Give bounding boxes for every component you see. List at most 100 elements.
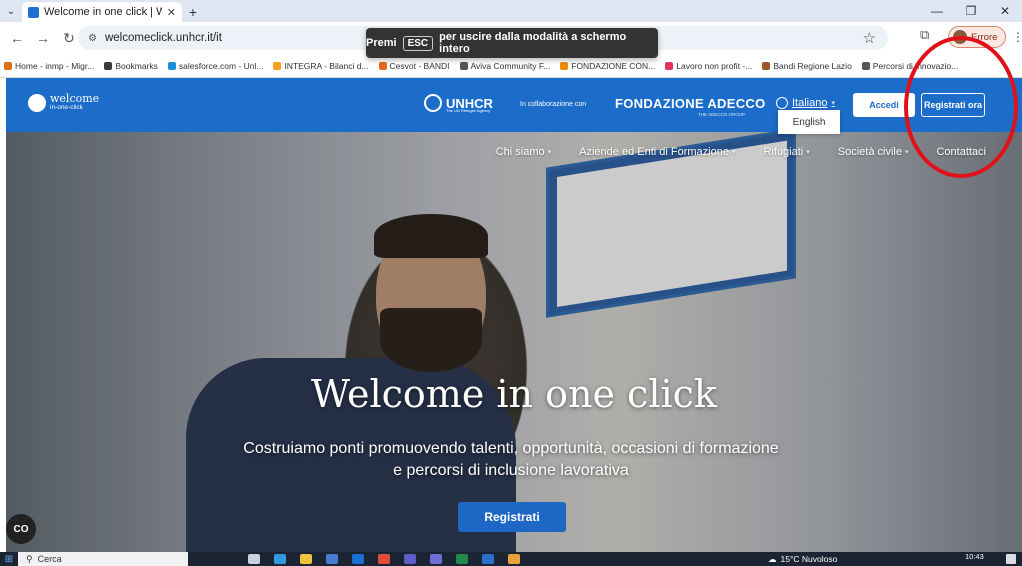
nav-item-societa-civile[interactable]: Società civile ▾ [838, 146, 909, 158]
bookmark-icon [378, 61, 387, 70]
screen: ⌄ Welcome in one click | Welcom ✕ + — ❐ … [0, 0, 1022, 566]
store-icon[interactable] [326, 554, 338, 564]
co-badge-button[interactable]: CO [6, 514, 36, 544]
teams-icon-2[interactable] [430, 554, 442, 564]
notification-icon[interactable] [1006, 554, 1016, 564]
tab-search-icon[interactable]: ⌄ [0, 0, 22, 22]
weather-widget[interactable]: ☁ 15°C Nuvoloso [768, 552, 837, 566]
extensions-icon[interactable]: ⧉ [920, 27, 929, 43]
site-header: welcome in-one-click UNHCR The UN Refuge… [6, 78, 1022, 134]
outlook-icon[interactable] [352, 554, 364, 564]
clock[interactable]: 10:43 [965, 552, 984, 561]
browser-tab-strip: ⌄ Welcome in one click | Welcom ✕ + — ❐ … [0, 0, 1022, 22]
bookmark-item[interactable]: Home - inmp - Migr... [4, 61, 94, 71]
logo-mark-icon [28, 94, 46, 112]
nav-label: Chi siamo [495, 146, 545, 158]
unhcr-logo[interactable]: UNHCR The UN Refugee Agency [424, 94, 493, 113]
bookmark-label: Bookmarks [115, 60, 158, 71]
chevron-down-icon: ▾ [547, 149, 552, 156]
close-window-icon[interactable]: ✕ [988, 0, 1022, 22]
star-icon [104, 61, 113, 70]
bookmark-label: INTEGRA - Bilanci d... [284, 60, 369, 71]
bookmark-item[interactable]: Bookmarks [104, 61, 158, 71]
site-logo[interactable]: welcome in-one-click [28, 93, 99, 112]
minimize-icon[interactable]: — [920, 0, 954, 22]
bookmark-icon [273, 61, 282, 70]
adecco-tagline: THE ADECCO GROUP [698, 112, 746, 117]
bookmark-icon [4, 61, 12, 70]
adecco-logo[interactable]: FONDAZIONE ADECCO [615, 96, 766, 111]
task-view-icon[interactable] [248, 554, 260, 564]
restore-icon[interactable]: ❐ [954, 0, 988, 22]
bookmark-item[interactable]: Bandi Regione Lazio [762, 60, 852, 71]
chevron-down-icon: ▾ [831, 100, 835, 107]
search-icon: ⚲ [26, 553, 33, 564]
nav-label: Aziende ed Enti di Formazione [579, 146, 729, 158]
site-info-icon[interactable]: ⚙ [88, 33, 97, 44]
bookmark-item[interactable]: FONDAZIONE CON... [560, 61, 655, 71]
browser-menu-icon[interactable]: ⋮ [1012, 30, 1022, 44]
nav-label: Rifugiati [763, 146, 804, 158]
bookmark-label: Home - inmp - Migr... [15, 60, 95, 71]
chevron-down-icon: ▾ [731, 149, 736, 156]
url-text: welcomeclick.unhcr.it/it [104, 32, 222, 44]
collaboration-label: In collaborazione con [520, 101, 587, 108]
bookmark-label: Lavoro non profit -... [676, 60, 753, 71]
bookmark-icon [762, 61, 771, 70]
taskbar: ⊞ ⚲ Cerca ☁ 15°C Nuvoloso 10:43 [0, 552, 1022, 566]
toast-suffix: per uscire dalla modalità a schermo inte… [439, 31, 627, 55]
chevron-down-icon: ▾ [806, 149, 810, 156]
language-option-english[interactable]: English [778, 110, 840, 134]
bookmark-label: Bandi Regione Lazio [773, 60, 852, 71]
reload-icon[interactable]: ↻ [58, 27, 80, 49]
globe-icon [776, 97, 788, 109]
bookmark-label: FONDAZIONE CON... [571, 60, 656, 71]
bookmark-item[interactable]: Cesvot - BANDI [378, 60, 450, 71]
nav-label: Società civile [837, 146, 902, 158]
heart-icon [665, 61, 674, 70]
weather-icon: ☁ [768, 553, 777, 564]
tab-title: Welcome in one click | Welcom [44, 6, 162, 18]
bookmark-item[interactable]: Lavoro non profit -... [665, 61, 752, 71]
annotation-circle [904, 36, 1018, 178]
language-selector[interactable]: Italiano ▾ [776, 97, 835, 109]
bookmark-item[interactable]: INTEGRA - Bilanci d... [273, 60, 369, 71]
back-arrow-icon[interactable]: ← [6, 27, 28, 49]
taskbar-search[interactable]: ⚲ Cerca [18, 552, 188, 566]
toast-prefix: Premi [366, 37, 397, 49]
close-tab-icon[interactable]: ✕ [167, 6, 176, 19]
hero-title: Welcome in one click [311, 372, 717, 416]
fullscreen-toast: Premi ESC per uscire dalla modalità a sc… [366, 28, 658, 58]
chrome-icon[interactable] [378, 554, 390, 564]
windows-start-icon[interactable]: ⊞ [0, 552, 18, 566]
bookmark-label: salesforce.com - Unl... [178, 60, 264, 71]
search-placeholder: Cerca [37, 554, 62, 564]
main-navigation: Chi siamo ▾ Aziende ed Enti di Formazione… [6, 132, 1022, 172]
bookmark-icon [560, 61, 569, 70]
forward-arrow-icon[interactable]: → [32, 27, 54, 49]
esc-key-badge: ESC [402, 35, 434, 51]
nav-item-aziende[interactable]: Aziende ed Enti di Formazione ▾ [579, 146, 735, 158]
browser-tab-active[interactable]: Welcome in one click | Welcom ✕ [22, 2, 182, 22]
hero-subtitle: Costruiamo ponti promuovendo talenti, op… [243, 440, 779, 479]
bookmark-item[interactable]: salesforce.com - Unl... [167, 60, 264, 71]
bookmark-label: Cesvot - BANDI [389, 60, 450, 71]
web-page: welcome in-one-click UNHCR The UN Refuge… [6, 78, 1022, 552]
bookmark-icon [459, 61, 468, 70]
site-favicon-icon [28, 6, 39, 18]
unhcr-tagline: The UN Refugee Agency [446, 108, 491, 113]
hero-register-button[interactable]: Registrati [458, 502, 566, 532]
nav-item-chi-siamo[interactable]: Chi siamo ▾ [496, 146, 551, 158]
excel-icon[interactable] [456, 554, 468, 564]
word-icon[interactable] [482, 554, 494, 564]
bookmark-label: Aviva Community F... [470, 60, 551, 71]
file-explorer-icon[interactable] [300, 554, 312, 564]
bookmark-star-icon[interactable]: ☆ [863, 29, 876, 47]
teams-icon[interactable] [404, 554, 416, 564]
new-tab-button[interactable]: + [182, 2, 204, 22]
nav-item-rifugiati[interactable]: Rifugiati ▾ [763, 146, 809, 158]
bookmark-item[interactable]: Aviva Community F... [459, 60, 551, 71]
edge-icon[interactable] [274, 554, 286, 564]
logo-text-sub: in-one-click [50, 104, 83, 111]
chrome-icon-2[interactable] [508, 554, 520, 564]
